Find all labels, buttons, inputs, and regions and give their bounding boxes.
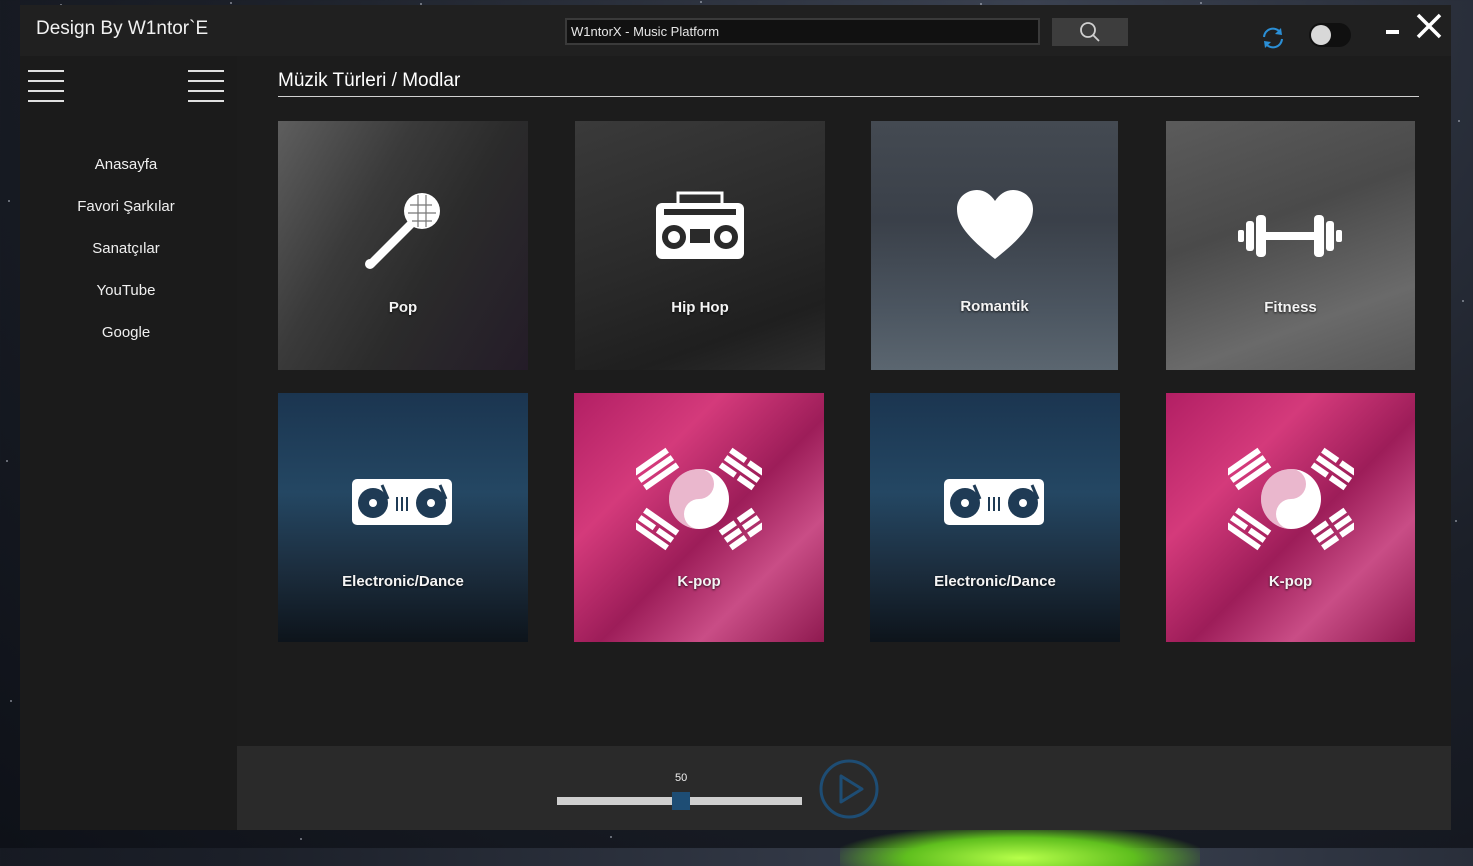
boombox-icon bbox=[656, 191, 744, 259]
genre-tile-k-pop[interactable]: K-pop bbox=[574, 393, 824, 642]
genre-tile-hip-hop[interactable]: Hip Hop bbox=[575, 121, 825, 370]
search-button[interactable] bbox=[1052, 18, 1128, 46]
close-icon[interactable] bbox=[1416, 13, 1442, 39]
play-button[interactable] bbox=[819, 759, 879, 819]
genre-tile-pop[interactable]: Pop bbox=[278, 121, 528, 370]
tile-label: Hip Hop bbox=[671, 299, 729, 316]
korean-flag-icon bbox=[1228, 447, 1354, 551]
turntable-icon bbox=[352, 479, 452, 525]
genre-tile-k-pop[interactable]: K-pop bbox=[1166, 393, 1415, 642]
theme-toggle[interactable] bbox=[1309, 23, 1351, 47]
minimize-button[interactable] bbox=[1386, 30, 1399, 34]
search-input[interactable]: W1ntorX - Music Platform bbox=[565, 18, 1040, 45]
background-tent-glow bbox=[840, 826, 1200, 866]
app-title: Design By W1ntor`E bbox=[36, 18, 209, 39]
tile-label: K-pop bbox=[1268, 573, 1313, 590]
player-bar: 50 bbox=[237, 746, 1451, 830]
tile-label: Fitness bbox=[1264, 299, 1317, 316]
hamburger-menu-icon-right[interactable] bbox=[188, 70, 224, 102]
tile-label: Romantik bbox=[960, 298, 1029, 315]
sidebar-item-anasayfa[interactable]: Anasayfa bbox=[20, 152, 232, 194]
korean-flag-icon bbox=[636, 447, 762, 551]
search-icon bbox=[1080, 22, 1100, 42]
volume-value: 50 bbox=[675, 772, 688, 784]
refresh-icon[interactable] bbox=[1260, 25, 1286, 51]
genre-tile-electronic-dance[interactable]: Electronic/Dance bbox=[870, 393, 1120, 642]
hamburger-menu-icon[interactable] bbox=[28, 70, 64, 102]
turntable-icon bbox=[944, 479, 1044, 525]
microphone-icon bbox=[365, 193, 440, 269]
sidebar-menu: Anasayfa Favori Şarkılar Sanatçılar YouT… bbox=[20, 152, 232, 362]
volume-slider-thumb[interactable] bbox=[672, 792, 690, 810]
main-content: Müzik Türleri / Modlar Pop Hip Hop Roman… bbox=[237, 56, 1451, 746]
sidebar: Anasayfa Favori Şarkılar Sanatçılar YouT… bbox=[20, 56, 237, 830]
tile-label: Electronic/Dance bbox=[342, 573, 464, 590]
dumbbell-icon bbox=[1238, 215, 1342, 257]
tile-label: Electronic/Dance bbox=[934, 573, 1056, 590]
heart-icon bbox=[957, 190, 1033, 259]
sidebar-item-sanatcilar[interactable]: Sanatçılar bbox=[20, 236, 232, 278]
sidebar-item-google[interactable]: Google bbox=[20, 320, 232, 362]
app-window: Design By W1ntor`E W1ntorX - Music Platf… bbox=[20, 5, 1451, 830]
tile-label: K-pop bbox=[677, 573, 721, 590]
sidebar-item-youtube[interactable]: YouTube bbox=[20, 278, 232, 320]
tile-label: Pop bbox=[388, 299, 418, 316]
toggle-knob bbox=[1311, 25, 1331, 45]
page-title: Müzik Türleri / Modlar bbox=[278, 70, 1419, 97]
title-bar: Design By W1ntor`E W1ntorX - Music Platf… bbox=[20, 5, 1451, 56]
genre-tile-romantik[interactable]: Romantik bbox=[871, 121, 1118, 370]
genre-tile-electronic-dance[interactable]: Electronic/Dance bbox=[278, 393, 528, 642]
genre-tile-fitness[interactable]: Fitness bbox=[1166, 121, 1415, 370]
sidebar-item-favori-sarkilar[interactable]: Favori Şarkılar bbox=[20, 194, 232, 236]
